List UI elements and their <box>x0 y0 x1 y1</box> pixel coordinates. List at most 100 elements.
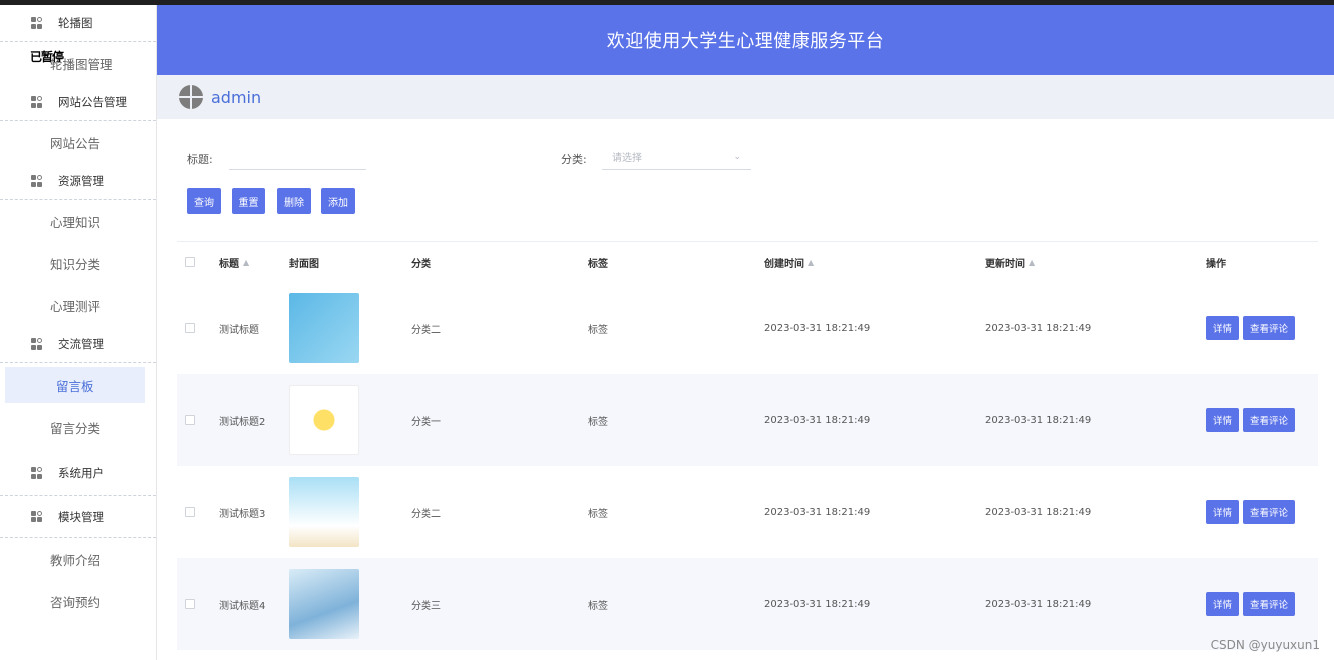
sidebar-group-label: 交流管理 <box>58 337 104 351</box>
row-checkbox[interactable] <box>185 415 195 425</box>
username[interactable]: admin <box>211 88 261 107</box>
col-created[interactable]: 创建时间 ▲︎ <box>764 255 985 270</box>
row-created: 2023-03-31 18:21:49 <box>764 322 871 334</box>
watermark-text: CSDN @yuyuxun1 <box>1210 638 1320 652</box>
view-comments-button[interactable]: 查看评论 <box>1243 408 1295 432</box>
table-header: 标题 ▲︎ 封面图 分类 标签 创建时间 ▲︎ 更新时间 ▲︎ 操作 <box>177 242 1318 282</box>
col-ops: 操作 <box>1206 258 1226 270</box>
grid-icon <box>31 510 43 523</box>
table-row: 测试标题3 分类二 标签 2023-03-31 18:21:49 2023-03… <box>177 466 1318 558</box>
sidebar-item-label: 网站公告 <box>50 135 101 151</box>
row-checkbox[interactable] <box>185 599 195 609</box>
cover-image <box>289 385 359 455</box>
detail-button[interactable]: 详情 <box>1206 408 1239 432</box>
select-all-checkbox[interactable] <box>185 257 195 267</box>
detail-button[interactable]: 详情 <box>1206 316 1239 340</box>
table-row: 测试标题 分类二 标签 2023-03-31 18:21:49 2023-03-… <box>177 282 1318 374</box>
sidebar-item-label: 咨询预约 <box>50 594 101 610</box>
row-tag: 标签 <box>588 324 608 336</box>
sidebar-item-label: 教师介绍 <box>50 552 101 568</box>
view-comments-button[interactable]: 查看评论 <box>1243 592 1295 616</box>
row-title: 测试标题 <box>219 324 259 336</box>
row-tag: 标签 <box>588 508 608 520</box>
chevron-down-icon: ⌄ <box>733 152 741 162</box>
table-row: 测试标题4 分类三 标签 2023-03-31 18:21:49 2023-03… <box>177 558 1318 650</box>
sidebar-item-label: 留言板 <box>56 378 94 394</box>
sidebar-group-carousel[interactable]: 轮播图 <box>0 5 156 42</box>
row-title: 测试标题3 <box>219 508 266 520</box>
sidebar-item-knowledge-category[interactable]: 知识分类 <box>0 242 156 284</box>
sidebar-item-label: 心理测评 <box>50 298 101 314</box>
col-updated-label: 更新时间 <box>985 258 1025 270</box>
paused-overlay-text: 已暂停 <box>30 50 64 64</box>
row-created: 2023-03-31 18:21:49 <box>764 506 871 518</box>
col-title[interactable]: 标题 ▲︎ <box>219 255 289 270</box>
row-updated: 2023-03-31 18:21:49 <box>985 414 1092 426</box>
row-category: 分类三 <box>411 600 441 612</box>
col-updated[interactable]: 更新时间 ▲︎ <box>985 255 1206 270</box>
sort-icon: ▲︎ <box>1029 257 1036 267</box>
avatar[interactable] <box>179 85 203 109</box>
row-title: 测试标题4 <box>219 600 266 612</box>
sidebar-group-communication[interactable]: 交流管理 <box>0 326 156 363</box>
row-checkbox[interactable] <box>185 323 195 333</box>
col-cover: 封面图 <box>289 258 319 270</box>
app-title: 欢迎使用大学生心理健康服务平台 <box>606 31 885 52</box>
sidebar-item-announcements[interactable]: 网站公告 <box>0 121 156 163</box>
row-tag: 标签 <box>588 600 608 612</box>
sidebar-item-teachers[interactable]: 教师介绍 <box>0 538 156 580</box>
sidebar-group-system-users[interactable]: 系统用户 <box>0 451 156 496</box>
row-checkbox[interactable] <box>185 507 195 517</box>
row-category: 分类二 <box>411 324 441 336</box>
sidebar-group-label: 系统用户 <box>58 466 104 480</box>
delete-button[interactable]: 删除 <box>277 188 311 214</box>
grid-icon <box>31 17 43 29</box>
reset-button[interactable]: 重置 <box>232 188 265 214</box>
row-created: 2023-03-31 18:21:49 <box>764 598 871 610</box>
view-comments-button[interactable]: 查看评论 <box>1243 316 1295 340</box>
cover-image <box>289 569 359 639</box>
row-category: 分类一 <box>411 416 441 428</box>
sidebar-item-message-category[interactable]: 留言分类 <box>0 403 156 451</box>
row-updated: 2023-03-31 18:21:49 <box>985 598 1092 610</box>
title-filter-label: 标题: <box>187 153 213 166</box>
user-bar: admin <box>157 75 1334 119</box>
sidebar-item-label: 知识分类 <box>50 256 101 272</box>
sidebar-item-carousel-manage[interactable]: 轮播图管理 <box>0 42 156 84</box>
row-tag: 标签 <box>588 416 608 428</box>
view-comments-button[interactable]: 查看评论 <box>1243 500 1295 524</box>
sidebar-group-resources[interactable]: 资源管理 <box>0 163 156 200</box>
row-created: 2023-03-31 18:21:49 <box>764 414 871 426</box>
row-updated: 2023-03-31 18:21:49 <box>985 506 1092 518</box>
app-header: 欢迎使用大学生心理健康服务平台 <box>157 5 1334 75</box>
table-row: 测试标题2 分类一 标签 2023-03-31 18:21:49 2023-03… <box>177 374 1318 466</box>
category-select-placeholder: 请选择 <box>612 153 642 164</box>
row-updated: 2023-03-31 18:21:49 <box>985 322 1092 334</box>
sort-icon: ▲︎ <box>808 257 815 267</box>
add-button[interactable]: 添加 <box>321 188 355 214</box>
query-button[interactable]: 查询 <box>187 188 221 214</box>
grid-icon <box>31 175 43 187</box>
main-content: 标题: 分类: 请选择 ⌄ 查询 重置 删除 添加 标题 ▲︎ 封面图 分类 标签… <box>157 119 1334 660</box>
grid-icon <box>31 467 43 479</box>
col-category: 分类 <box>411 258 431 270</box>
detail-button[interactable]: 详情 <box>1206 500 1239 524</box>
row-category: 分类二 <box>411 508 441 520</box>
category-filter-label: 分类: <box>561 153 587 166</box>
sort-icon: ▲︎ <box>243 257 250 267</box>
col-title-label: 标题 <box>219 258 239 270</box>
sidebar: 轮播图 轮播图管理 网站公告管理 网站公告 资源管理 心理知识 知识分类 心理测… <box>0 5 157 660</box>
sidebar-group-label: 轮播图 <box>58 16 93 30</box>
sidebar-item-consult-booking[interactable]: 咨询预约 <box>0 580 156 622</box>
sidebar-item-message-board[interactable]: 留言板 <box>5 367 145 403</box>
title-filter-input[interactable] <box>229 144 366 170</box>
row-title: 测试标题2 <box>219 416 266 428</box>
sidebar-item-psych-assessment[interactable]: 心理测评 <box>0 284 156 326</box>
detail-button[interactable]: 详情 <box>1206 592 1239 616</box>
category-select[interactable]: 请选择 ⌄ <box>602 144 751 170</box>
sidebar-group-modules[interactable]: 模块管理 <box>0 496 156 538</box>
data-table: 标题 ▲︎ 封面图 分类 标签 创建时间 ▲︎ 更新时间 ▲︎ 操作 测试标题 分类二… <box>177 241 1318 650</box>
sidebar-item-psych-knowledge[interactable]: 心理知识 <box>0 200 156 242</box>
sidebar-item-label: 心理知识 <box>50 214 101 230</box>
sidebar-group-announcements[interactable]: 网站公告管理 <box>0 84 156 121</box>
